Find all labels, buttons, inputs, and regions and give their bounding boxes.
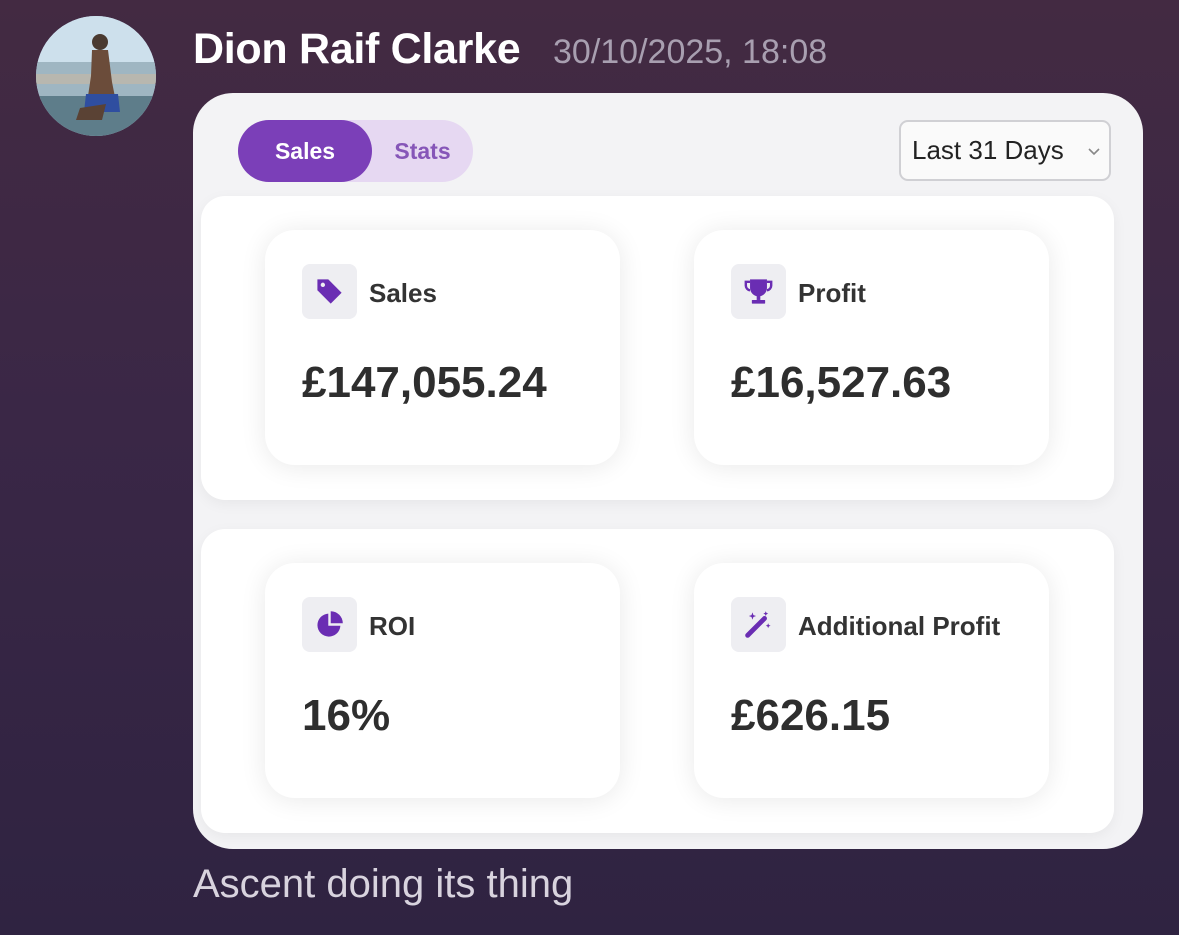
pie-chart-icon — [302, 597, 357, 652]
trophy-icon — [731, 264, 786, 319]
embedded-screenshot-card: Sales Stats Last 31 Days Sales £147,055.… — [193, 93, 1143, 849]
tab-sales[interactable]: Sales — [238, 120, 372, 182]
message-timestamp: 30/10/2025, 18:08 — [553, 33, 828, 71]
stat-value: £147,055.24 — [302, 358, 547, 407]
stat-label: ROI — [369, 611, 416, 641]
stat-card-profit: Profit £16,527.63 — [694, 230, 1049, 465]
date-range-value: Last 31 Days — [912, 135, 1064, 165]
chevron-down-icon — [1088, 143, 1100, 161]
magic-wand-icon — [731, 597, 786, 652]
stat-value: £626.15 — [731, 691, 891, 740]
tab-stats[interactable]: Stats — [372, 120, 473, 182]
stat-card-roi: ROI 16% — [265, 563, 620, 798]
stat-value: 16% — [302, 691, 391, 740]
view-toggle: Sales Stats — [238, 120, 473, 182]
message-author[interactable]: Dion Raif Clarke — [193, 25, 521, 74]
stats-panel-top: Sales £147,055.24 Profit £16,527.63 — [201, 196, 1114, 500]
stat-card-sales: Sales £147,055.24 — [265, 230, 620, 465]
stat-card-additional-profit: Additional Profit £626.15 — [694, 563, 1049, 798]
tag-icon — [302, 264, 357, 319]
date-range-select[interactable]: Last 31 Days — [899, 120, 1111, 181]
stat-label: Sales — [369, 278, 437, 308]
avatar[interactable] — [36, 16, 156, 136]
stat-label: Profit — [798, 278, 866, 308]
stats-panel-bottom: ROI 16% Additional Profit £626.15 — [201, 529, 1114, 833]
stat-value: £16,527.63 — [731, 358, 952, 407]
stat-label: Additional Profit — [798, 611, 1001, 641]
message-text: Ascent doing its thing — [193, 862, 574, 906]
